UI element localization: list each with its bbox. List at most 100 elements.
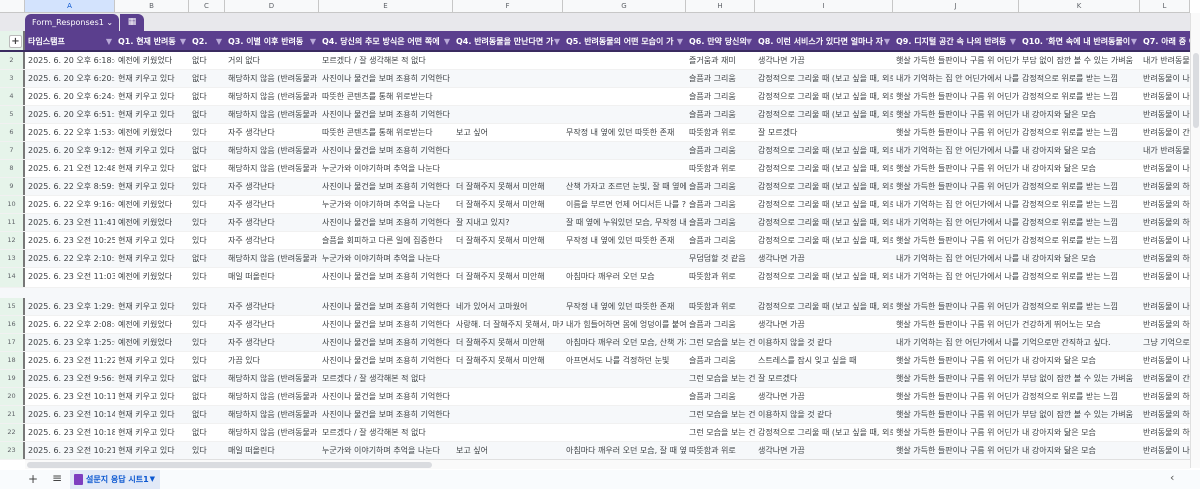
table-cell[interactable]: 반려동물이 나 <box>1140 298 1190 315</box>
column-header[interactable]: Q1. 현재 반려동 ▼ <box>115 31 189 50</box>
table-cell[interactable]: 슬픔과 그리움 <box>686 214 755 231</box>
table-cell[interactable]: 현재 키우고 있다 <box>115 442 189 459</box>
caret-down-icon[interactable]: ▼ <box>150 470 155 489</box>
table-cell[interactable]: 사진이나 물건을 보며 조용히 기억한다 <box>319 214 453 231</box>
table-cell[interactable]: 있다 <box>189 178 225 195</box>
scrollbar-thumb[interactable] <box>27 462 432 468</box>
column-header[interactable]: 타임스탬프 ▼ <box>25 31 115 50</box>
table-cell[interactable]: 2025. 6. 20 오후 9:12:08 <box>25 142 115 159</box>
table-cell[interactable]: 자주 생각난다 <box>225 232 319 249</box>
table-cell[interactable]: 사랑해. 더 잘해주지 못해서, 마지 <box>453 316 563 333</box>
table-cell[interactable]: 따뜻함과 위로 <box>686 160 755 177</box>
table-cell[interactable]: 2025. 6. 22 오후 8:59:17 <box>25 178 115 195</box>
table-cell[interactable]: 매일 떠올린다 <box>225 442 319 459</box>
table-cell[interactable]: 감정적으로 그리울 때 (보고 싶을 때, 외로 <box>755 424 893 441</box>
table-cell[interactable]: 내가 기억하는 집 안 어딘가에서 나를 <box>893 196 1019 213</box>
table-cell[interactable]: 감정적으로 그리울 때 (보고 싶을 때, 외로 <box>755 268 893 287</box>
table-cell[interactable]: 2025. 6. 23 오전 10:18:0 <box>25 424 115 441</box>
table-cell[interactable]: 감정적으로 위로를 받는 느낌 <box>1019 388 1140 405</box>
filter-icon[interactable]: ▼ <box>884 31 890 50</box>
table-cell[interactable]: 감정적으로 위로를 받는 느낌 <box>1019 88 1140 105</box>
table-cell[interactable] <box>563 88 686 105</box>
table-cell[interactable]: 슬픔과 그리움 <box>686 70 755 87</box>
table-cell[interactable]: 이용하지 않을 것 같다 <box>755 334 893 351</box>
column-letter-J[interactable]: J <box>893 0 1019 12</box>
table-cell[interactable]: 반려동물의 하 <box>1140 178 1190 195</box>
table-cell[interactable] <box>563 388 686 405</box>
table-cell[interactable]: 없다 <box>189 142 225 159</box>
table-name-tab[interactable]: Form_Responses1 ⌄ <box>25 14 119 31</box>
sheet-tab[interactable]: 설문지 응답 시트1 ▼ <box>70 470 160 489</box>
table-cell[interactable]: 없다 <box>189 70 225 87</box>
table-cell[interactable]: 2025. 6. 21 오전 12:48:1 <box>25 160 115 177</box>
table-cell[interactable]: 더 잘해주지 못해서 미안해 <box>453 178 563 195</box>
table-cell[interactable]: 2025. 6. 23 오전 10:21:3 <box>25 442 115 459</box>
table-cell[interactable] <box>563 424 686 441</box>
table-cell[interactable]: 따뜻함과 위로 <box>686 442 755 459</box>
table-cell[interactable] <box>453 250 563 267</box>
table-cell[interactable]: 자주 생각난다 <box>225 316 319 333</box>
table-cell[interactable]: 매일 떠올린다 <box>225 268 319 287</box>
table-cell[interactable]: 반려동물이 나 <box>1140 88 1190 105</box>
table-cell[interactable]: 없다 <box>189 52 225 69</box>
collapse-sidebar-button[interactable]: ‹ <box>1170 471 1174 484</box>
table-cell[interactable]: 무작정 내 옆에 있던 따뜻한 존재 <box>563 232 686 249</box>
table-cell[interactable] <box>453 142 563 159</box>
table-cell[interactable]: 있다 <box>189 316 225 333</box>
table-cell[interactable]: 반려동물의 하 <box>1140 424 1190 441</box>
column-letter-E[interactable]: E <box>319 0 453 12</box>
table-cell[interactable]: 자주 생각난다 <box>225 178 319 195</box>
row-number[interactable]: 7 <box>0 142 25 159</box>
table-cell[interactable] <box>563 406 686 423</box>
table-cell[interactable]: 예전에 키웠었다 <box>115 124 189 141</box>
table-cell[interactable] <box>453 370 563 387</box>
table-cell[interactable]: 생각나면 가끔 <box>755 250 893 267</box>
table-cell[interactable]: 감정적으로 그리울 때 (보고 싶을 때, 외로 <box>755 178 893 195</box>
table-cell[interactable]: 있다 <box>189 214 225 231</box>
column-letter-K[interactable]: K <box>1019 0 1140 12</box>
table-cell[interactable]: 햇살 가득한 들판이나 구름 위 어딘가 <box>893 442 1019 459</box>
table-cell[interactable]: 따뜻함과 위로 <box>686 298 755 315</box>
table-cell[interactable]: 슬픔과 그리움 <box>686 106 755 123</box>
table-cell[interactable]: 2025. 6. 23 오전 10:11:1 <box>25 388 115 405</box>
table-cell[interactable]: 감정적으로 그리울 때 (보고 싶을 때, 외로 <box>755 214 893 231</box>
table-cell[interactable]: 사진이나 물건을 보며 조용히 기억한다 <box>319 388 453 405</box>
row-number[interactable]: 18 <box>0 352 25 369</box>
table-cell[interactable]: 무작정 내 옆에 있던 따뜻한 존재 <box>563 124 686 141</box>
table-cell[interactable]: 자주 생각난다 <box>225 214 319 231</box>
table-cell[interactable] <box>453 70 563 87</box>
table-cell[interactable]: 감정적으로 위로를 받는 느낌 <box>1019 214 1140 231</box>
column-letter-G[interactable]: G <box>563 0 686 12</box>
table-cell[interactable]: 햇살 가득한 들판이나 구름 위 어딘가 <box>893 298 1019 315</box>
table-cell[interactable]: 내 강아지와 닮은 모습 <box>1019 142 1140 159</box>
table-cell[interactable]: 사진이나 물건을 보며 조용히 기억한다 <box>319 298 453 315</box>
table-cell[interactable]: 있다 <box>189 352 225 369</box>
table-cell[interactable]: 2025. 6. 23 오전 9:56:22 <box>25 370 115 387</box>
row-number[interactable]: 11 <box>0 214 25 231</box>
column-header[interactable]: Q4. 당신의 추모 방식은 어떤 쪽에 ▼ <box>319 31 453 50</box>
table-cell[interactable]: 그런 모습을 보는 건 <box>686 406 755 423</box>
column-letter-A[interactable]: A <box>25 0 115 12</box>
table-cell[interactable]: 햇살 가득한 들판이나 구름 위 어딘가 <box>893 370 1019 387</box>
chevron-down-icon[interactable]: ⌄ <box>106 18 113 27</box>
column-header[interactable]: Q4. 반려동물을 만난다면 가 ▼ <box>453 31 563 50</box>
table-cell[interactable]: 해당하지 않음 (반려동물과 <box>225 142 319 159</box>
table-cell[interactable]: 기억으로만 간직하고 싶다. <box>1019 334 1140 351</box>
table-cell[interactable]: 사진이나 물건을 보며 조용히 기억한다 <box>319 268 453 287</box>
row-number[interactable]: 6 <box>0 124 25 141</box>
filter-icon[interactable]: ▼ <box>444 31 450 50</box>
table-cell[interactable]: 현재 키우고 있다 <box>115 70 189 87</box>
column-letter-I[interactable]: I <box>755 0 893 12</box>
table-cell[interactable]: 반려동물이 나 <box>1140 160 1190 177</box>
table-cell[interactable]: 감정적으로 그리울 때 (보고 싶을 때, 외로 <box>755 298 893 315</box>
table-cell[interactable]: 반려동물의 하 <box>1140 388 1190 405</box>
table-cell[interactable]: 네가 있어서 고마웠어 <box>453 298 563 315</box>
table-cell[interactable]: 2025. 6. 20 오후 6:51:58 <box>25 106 115 123</box>
table-cell[interactable]: 현재 키우고 있다 <box>115 250 189 267</box>
table-cell[interactable] <box>453 424 563 441</box>
table-cell[interactable]: 2025. 6. 23 오전 11:41:3 <box>25 214 115 231</box>
row-number[interactable]: 2 <box>0 52 25 69</box>
table-cell[interactable]: 이용하지 않을 것 같다 <box>755 406 893 423</box>
table-cell[interactable] <box>563 160 686 177</box>
table-cell[interactable]: 해당하지 않음 (반려동물과 <box>225 370 319 387</box>
